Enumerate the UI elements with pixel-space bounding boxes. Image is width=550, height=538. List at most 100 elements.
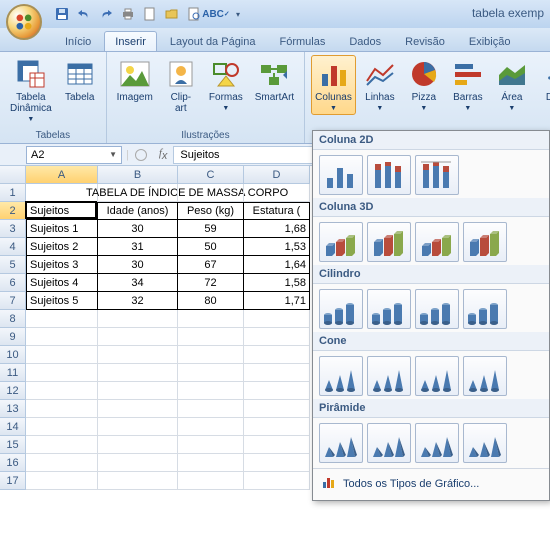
new-icon[interactable] — [142, 6, 158, 22]
row-header-10[interactable]: 10 — [0, 346, 26, 364]
btn-area[interactable]: Área ▼ — [492, 55, 532, 115]
tab-inserir[interactable]: Inserir — [104, 31, 157, 51]
cell[interactable] — [26, 472, 98, 490]
cell[interactable] — [178, 310, 244, 328]
row-header-5[interactable]: 5 — [0, 256, 26, 274]
preview-icon[interactable] — [186, 6, 202, 22]
chart-type-option[interactable] — [463, 356, 507, 396]
cell[interactable]: Sujeitos 2 — [26, 238, 98, 256]
cell[interactable] — [98, 364, 178, 382]
row-header-14[interactable]: 14 — [0, 418, 26, 436]
row-header-15[interactable]: 15 — [0, 436, 26, 454]
cell[interactable] — [178, 418, 244, 436]
cell[interactable] — [178, 454, 244, 472]
cell[interactable]: 34 — [98, 274, 178, 292]
btn-linhas[interactable]: Linhas ▼ — [360, 55, 400, 115]
cell[interactable]: 1,71 — [244, 292, 310, 310]
col-header-B[interactable]: B — [98, 166, 178, 184]
btn-dispersao[interactable]: Disp — [536, 55, 550, 106]
btn-tabela-dinamica[interactable]: Tabela Dinâmica ▼ — [6, 55, 56, 126]
all-chart-types-link[interactable]: Todos os Tipos de Gráfico... — [313, 468, 549, 498]
cell[interactable] — [26, 454, 98, 472]
row-header-6[interactable]: 6 — [0, 274, 26, 292]
cell[interactable]: 32 — [98, 292, 178, 310]
cell[interactable] — [98, 436, 178, 454]
cell[interactable] — [244, 310, 310, 328]
cell[interactable] — [98, 400, 178, 418]
cell[interactable] — [178, 436, 244, 454]
cell[interactable] — [98, 346, 178, 364]
save-icon[interactable] — [54, 6, 70, 22]
cell[interactable] — [98, 418, 178, 436]
chevron-down-icon[interactable]: ▼ — [109, 150, 117, 159]
cell[interactable] — [178, 382, 244, 400]
cell[interactable] — [244, 418, 310, 436]
fx-icon[interactable]: fx — [159, 147, 168, 162]
fx-expand-icon[interactable] — [135, 149, 147, 161]
row-header-7[interactable]: 7 — [0, 292, 26, 310]
cell[interactable]: 30 — [98, 256, 178, 274]
cell[interactable] — [98, 184, 178, 202]
btn-formas[interactable]: Formas ▼ — [205, 55, 247, 115]
cell[interactable] — [178, 184, 244, 202]
cell[interactable]: 30 — [98, 220, 178, 238]
cell[interactable] — [244, 346, 310, 364]
cell[interactable]: Idade (anos) — [98, 202, 178, 220]
cell[interactable]: Sujeitos — [26, 202, 98, 220]
cell[interactable]: 31 — [98, 238, 178, 256]
chart-type-option[interactable] — [463, 222, 507, 262]
cell[interactable]: Sujeitos 4 — [26, 274, 98, 292]
open-icon[interactable] — [164, 6, 180, 22]
cell[interactable] — [98, 382, 178, 400]
cell[interactable] — [98, 310, 178, 328]
cell[interactable]: Estatura ( — [244, 202, 310, 220]
col-header-A[interactable]: A — [26, 166, 98, 184]
chart-type-option[interactable] — [463, 289, 507, 329]
cell[interactable] — [244, 184, 310, 202]
cell[interactable]: 72 — [178, 274, 244, 292]
print-icon[interactable] — [120, 6, 136, 22]
row-header-4[interactable]: 4 — [0, 238, 26, 256]
cell[interactable]: TABELA DE ÍNDICE DE MASSA CORPO — [26, 184, 98, 202]
btn-pizza[interactable]: Pizza ▼ — [404, 55, 444, 115]
chart-type-option[interactable] — [367, 289, 411, 329]
chart-type-option[interactable] — [463, 423, 507, 463]
chart-type-option[interactable] — [367, 222, 411, 262]
cell[interactable] — [26, 328, 98, 346]
col-header-C[interactable]: C — [178, 166, 244, 184]
cell[interactable] — [26, 418, 98, 436]
row-header-11[interactable]: 11 — [0, 364, 26, 382]
chart-type-option[interactable] — [367, 423, 411, 463]
cell[interactable] — [244, 400, 310, 418]
row-header-16[interactable]: 16 — [0, 454, 26, 472]
cell[interactable]: Sujeitos 3 — [26, 256, 98, 274]
cell[interactable]: Sujeitos 1 — [26, 220, 98, 238]
cell[interactable] — [244, 436, 310, 454]
cell[interactable] — [26, 310, 98, 328]
cell[interactable] — [98, 328, 178, 346]
tab-exibicao[interactable]: Exibição — [458, 31, 522, 51]
spellcheck-icon[interactable]: ABC✓ — [208, 6, 224, 22]
row-header-8[interactable]: 8 — [0, 310, 26, 328]
office-button[interactable] — [6, 4, 42, 40]
col-header-D[interactable]: D — [244, 166, 310, 184]
cell[interactable] — [98, 454, 178, 472]
row-header-13[interactable]: 13 — [0, 400, 26, 418]
row-header-1[interactable]: 1 — [0, 184, 26, 202]
chart-type-option[interactable] — [415, 289, 459, 329]
cell[interactable] — [244, 364, 310, 382]
cell[interactable]: 1,58 — [244, 274, 310, 292]
cell[interactable] — [26, 364, 98, 382]
cell[interactable] — [26, 400, 98, 418]
redo-icon[interactable] — [98, 6, 114, 22]
cell[interactable]: 59 — [178, 220, 244, 238]
qat-dropdown-icon[interactable]: ▾ — [230, 6, 246, 22]
cell[interactable]: 67 — [178, 256, 244, 274]
chart-type-option[interactable] — [415, 222, 459, 262]
cell[interactable] — [26, 346, 98, 364]
chart-type-option[interactable] — [415, 423, 459, 463]
cells[interactable]: TABELA DE ÍNDICE DE MASSA CORPOSujeitosI… — [26, 184, 310, 490]
chart-type-option[interactable] — [367, 356, 411, 396]
cell[interactable] — [244, 382, 310, 400]
chart-type-option[interactable] — [319, 289, 363, 329]
